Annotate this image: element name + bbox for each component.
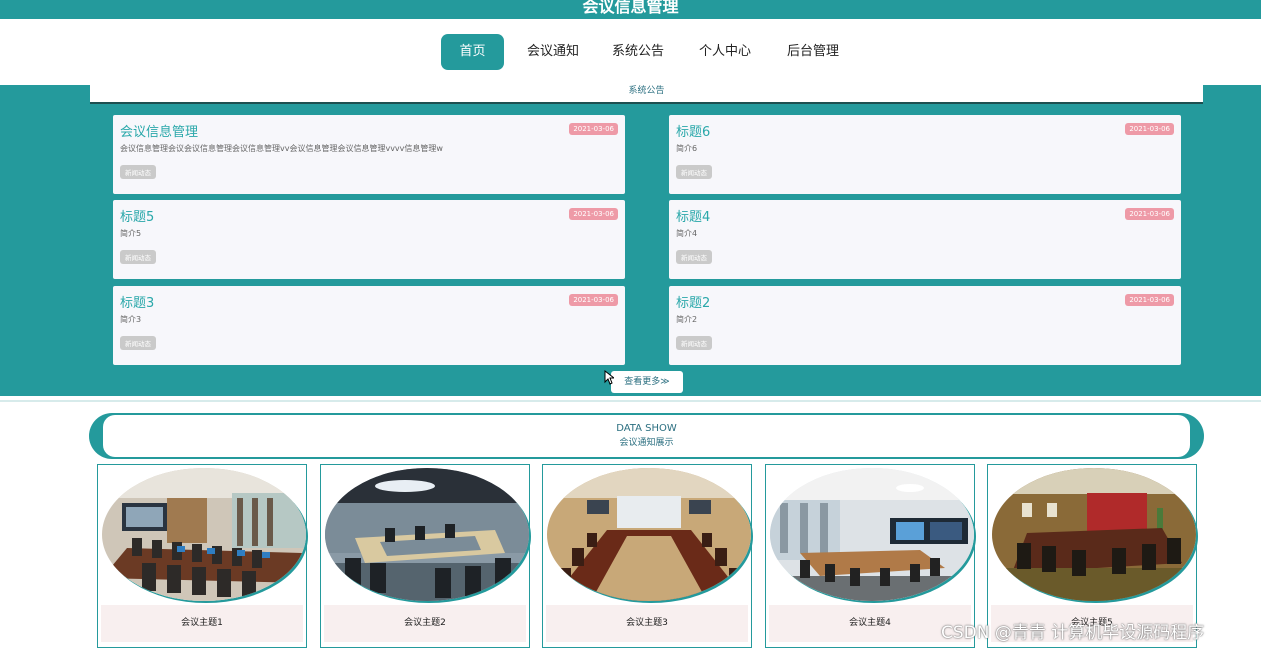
date-badge: 2021-03-06 [569, 123, 618, 135]
data-show-title-box: DATA SHOW 会议通知展示 [103, 415, 1190, 457]
date-badge: 2021-03-06 [569, 208, 618, 220]
mouse-cursor-icon [604, 369, 616, 389]
meeting-caption[interactable]: 会议主题3 [546, 605, 748, 642]
meeting-caption[interactable]: 会议主题1 [101, 605, 303, 642]
category-tag: 新闻动态 [120, 165, 156, 179]
nav-item-home[interactable]: 首页 [441, 34, 504, 70]
view-more-button[interactable]: 查看更多≫ [611, 371, 683, 393]
category-tag: 新闻动态 [676, 165, 712, 179]
meeting-room-image[interactable] [547, 468, 751, 601]
category-tag: 新闻动态 [120, 336, 156, 350]
data-show-title-cn: 会议通知展示 [619, 438, 674, 448]
nav-item-system-announcement[interactable]: 系统公告 [603, 34, 673, 70]
announcement-card[interactable]: 会议信息管理 2021-03-06 会议信息管理会议会议信息管理会议信息管理vv… [113, 115, 625, 194]
date-badge: 2021-03-06 [1125, 294, 1174, 306]
data-show-title-en: DATA SHOW [616, 423, 677, 434]
meeting-room-image[interactable] [992, 468, 1196, 601]
card-description: 简介3 [120, 315, 142, 324]
card-title[interactable]: 标题4 [676, 206, 710, 225]
meeting-room-image[interactable] [102, 468, 306, 601]
card-title[interactable]: 会议信息管理 [120, 121, 198, 140]
announcement-section: 系统公告 会议信息管理 2021-03-06 会议信息管理会议会议信息管理会议信… [0, 85, 1261, 396]
category-tag: 新闻动态 [676, 250, 712, 264]
card-description: 会议信息管理会议会议信息管理会议信息管理vv会议信息管理会议信息管理vvvv信息… [120, 144, 443, 153]
date-badge: 2021-03-06 [1125, 208, 1174, 220]
card-description: 简介2 [676, 315, 698, 324]
nav-item-admin[interactable]: 后台管理 [778, 34, 848, 70]
announcement-card[interactable]: 标题2 2021-03-06 简介2 新闻动态 [669, 286, 1181, 365]
meeting-card[interactable]: 会议主题3 [542, 464, 752, 648]
category-tag: 新闻动态 [676, 336, 712, 350]
card-title[interactable]: 标题6 [676, 121, 710, 140]
announcement-header: 系统公告 [90, 85, 1203, 104]
meeting-room-image[interactable] [325, 468, 529, 601]
card-description: 简介4 [676, 229, 698, 238]
announcement-card[interactable]: 标题6 2021-03-06 简介6 新闻动态 [669, 115, 1181, 194]
card-description: 简介6 [676, 144, 698, 153]
nav-item-personal-center[interactable]: 个人中心 [690, 34, 760, 70]
announcement-card[interactable]: 标题4 2021-03-06 简介4 新闻动态 [669, 200, 1181, 279]
card-title[interactable]: 标题2 [676, 292, 710, 311]
top-banner: 会议信息管理 [0, 0, 1261, 19]
nav-item-meeting-notice[interactable]: 会议通知 [518, 34, 588, 70]
announcement-card[interactable]: 标题5 2021-03-06 简介5 新闻动态 [113, 200, 625, 279]
meeting-room-image[interactable] [770, 468, 974, 601]
card-title[interactable]: 标题5 [120, 206, 154, 225]
date-badge: 2021-03-06 [1125, 123, 1174, 135]
meeting-card[interactable]: 会议主题1 [97, 464, 307, 648]
announcement-card[interactable]: 标题3 2021-03-06 简介3 新闻动态 [113, 286, 625, 365]
main-nav: 首页 会议通知 系统公告 个人中心 后台管理 [0, 19, 1261, 85]
site-title: 会议信息管理 [582, 0, 679, 16]
section-divider [0, 400, 1261, 402]
data-show-header: DATA SHOW 会议通知展示 [89, 413, 1204, 459]
meeting-caption[interactable]: 会议主题2 [324, 605, 526, 642]
card-description: 简介5 [120, 229, 142, 238]
category-tag: 新闻动态 [120, 250, 156, 264]
date-badge: 2021-03-06 [569, 294, 618, 306]
watermark: CSDN @青青 计算机毕设源码程序 [941, 623, 1205, 643]
card-title[interactable]: 标题3 [120, 292, 154, 311]
meeting-card[interactable]: 会议主题2 [320, 464, 530, 648]
